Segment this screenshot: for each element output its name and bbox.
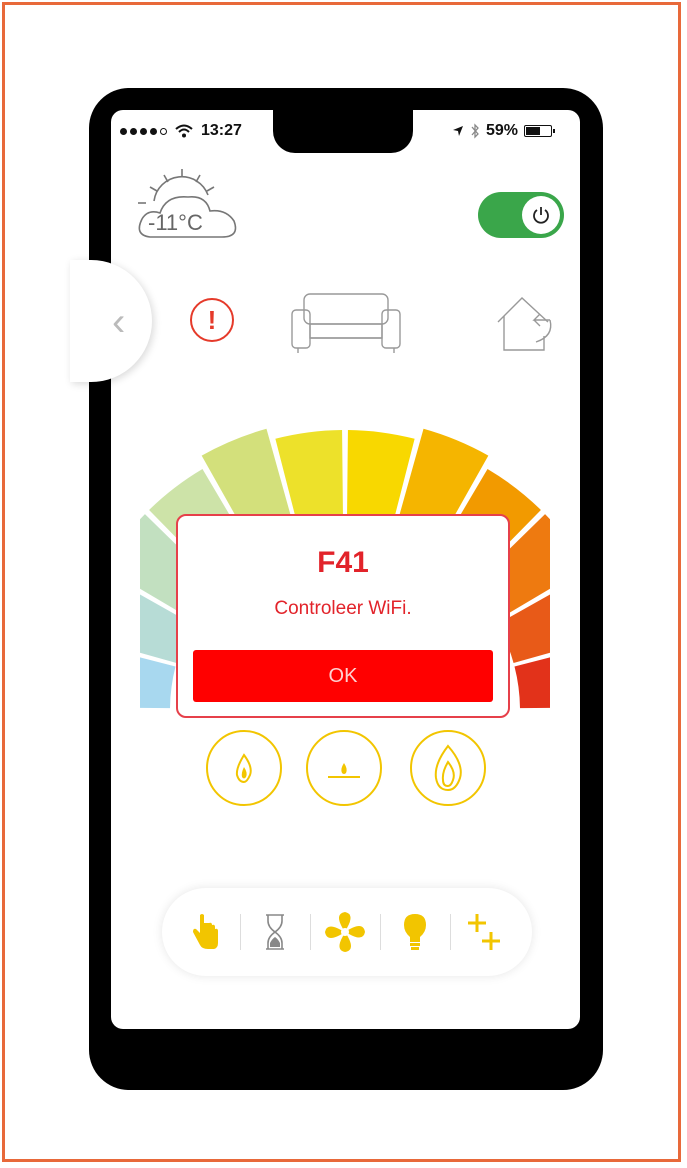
battery-icon	[524, 125, 556, 137]
tool-timer-button[interactable]	[248, 900, 302, 964]
flame-pilot-icon	[328, 763, 360, 778]
status-time: 13:27	[201, 122, 242, 139]
wifi-icon	[175, 124, 193, 138]
hand-icon	[193, 914, 218, 949]
phone-notch	[273, 108, 413, 153]
toggle-knob	[522, 196, 560, 234]
tool-fan-button[interactable]	[318, 900, 372, 964]
ok-button[interactable]: OK	[193, 650, 493, 702]
temperature-label: -11°C	[148, 210, 203, 235]
status-right: 59%	[452, 120, 556, 142]
bottom-toolbar	[162, 888, 532, 976]
hourglass-icon	[266, 914, 284, 950]
exclamation-icon[interactable]: !	[190, 298, 234, 342]
plus-plus-icon	[468, 914, 500, 950]
bluetooth-icon	[471, 123, 479, 139]
signal-icon	[120, 127, 167, 135]
tool-more-button[interactable]	[458, 900, 512, 964]
flame-high-icon	[434, 744, 462, 792]
status-left: 13:27	[120, 120, 242, 142]
home-return-icon[interactable]	[492, 292, 556, 356]
error-code: F41	[317, 546, 369, 579]
fan-icon	[325, 912, 365, 952]
tool-manual-button[interactable]	[178, 900, 232, 964]
power-icon	[533, 207, 549, 224]
flame-pilot-button[interactable]	[306, 730, 382, 806]
flame-high-button[interactable]	[410, 730, 486, 806]
flame-low-icon	[235, 753, 252, 783]
flame-low-button[interactable]	[206, 730, 282, 806]
location-arrow-icon	[453, 126, 463, 136]
sofa-icon[interactable]	[290, 290, 402, 354]
chevron-left-icon: ‹	[112, 300, 126, 344]
tool-light-button[interactable]	[388, 900, 442, 964]
battery-percent: 59%	[486, 122, 519, 139]
bulb-icon	[404, 914, 426, 950]
error-dialog: F41 Controleer WiFi. OK	[176, 514, 510, 718]
error-message: Controleer WiFi.	[274, 598, 412, 619]
power-toggle[interactable]	[478, 192, 564, 238]
